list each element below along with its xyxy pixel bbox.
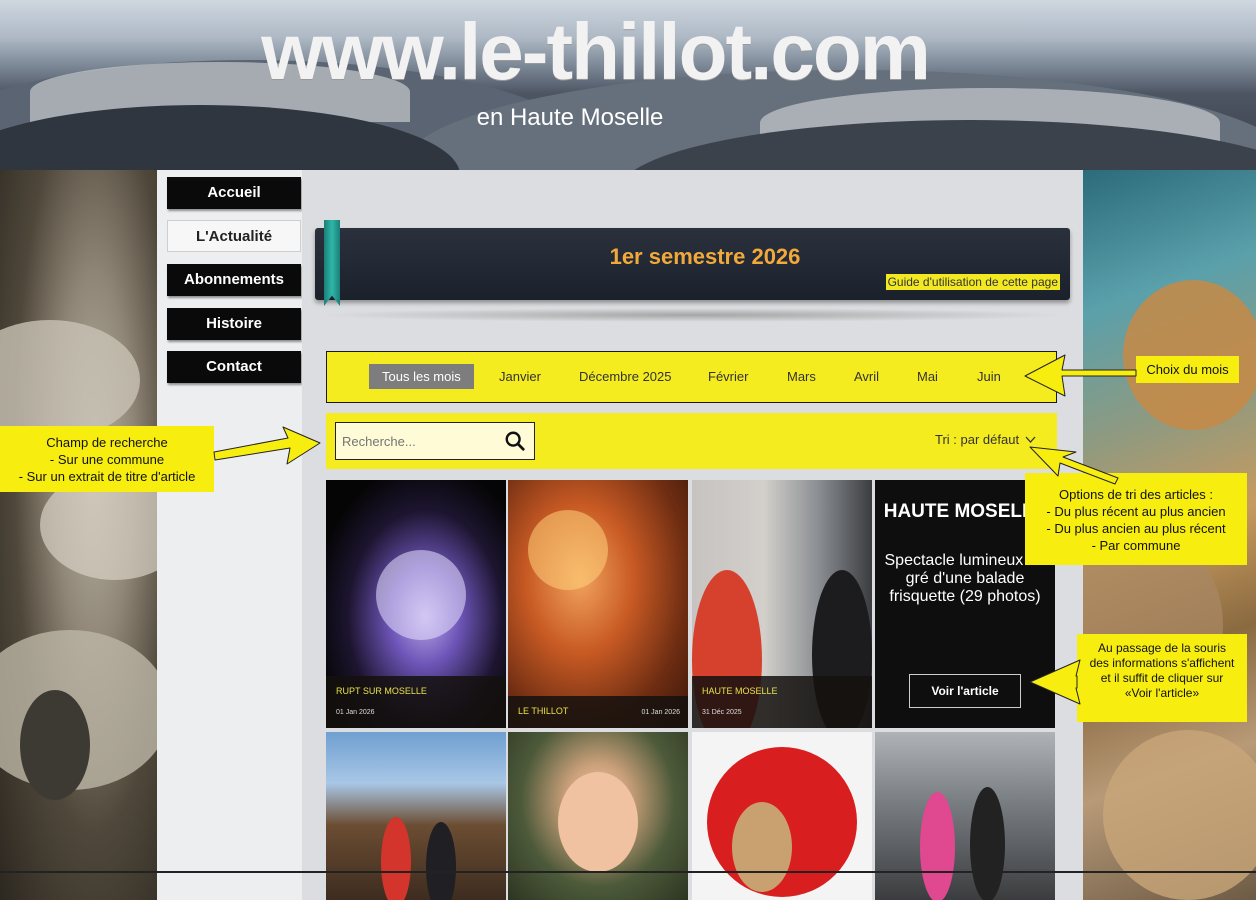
card-date: 31 Déc 2025 xyxy=(702,709,742,716)
card-commune: RUPT SUR MOSELLE xyxy=(336,686,427,696)
wood-shape xyxy=(1103,730,1256,900)
annotation-month-choice: Choix du mois xyxy=(1136,356,1239,383)
view-article-button[interactable]: Voir l'article xyxy=(909,674,1021,708)
annotation-hover-info: Au passage de la souris des informations… xyxy=(1077,634,1247,722)
card-caption xyxy=(692,676,872,728)
search-box xyxy=(335,422,535,460)
photo-light xyxy=(528,510,608,590)
annotation-line: - Sur un extrait de titre d'article xyxy=(18,469,196,484)
annotation-line: Champ de recherche xyxy=(46,435,168,450)
article-card[interactable]: LE THILLOT 01 Jan 2026 xyxy=(508,480,688,728)
semester-title: 1er semestre 2026 xyxy=(609,244,801,269)
nav-actualite-button[interactable]: L'Actualité xyxy=(167,220,301,252)
annotation-line: - Du plus récent au plus ancien xyxy=(1046,504,1226,519)
header-banner: www.le-thillot.com en Haute Moselle xyxy=(0,0,1256,170)
annotation-line: «Voir l'article» xyxy=(1124,686,1200,700)
dark-hole xyxy=(20,690,90,800)
month-tab-all[interactable]: Tous les mois xyxy=(369,364,474,389)
annotation-line: - Du plus ancien au plus récent xyxy=(1046,521,1226,536)
card-date: 01 Jan 2026 xyxy=(641,709,680,716)
card-commune: LE THILLOT xyxy=(518,706,569,716)
guide-link[interactable]: Guide d'utilisation de cette page xyxy=(885,274,1060,290)
semester-banner: 1er semestre 2026 Guide d'utilisation de… xyxy=(315,220,1070,306)
page-bottom-line xyxy=(0,871,1256,873)
sort-label: Tri : par défaut xyxy=(935,432,1020,447)
left-decor-photo xyxy=(0,170,157,900)
chevron-down-icon xyxy=(1025,436,1036,443)
nav-accueil-button[interactable]: Accueil xyxy=(167,177,301,209)
month-tab-mars[interactable]: Mars xyxy=(787,369,816,384)
left-navigation: Accueil L'Actualité Abonnements Histoire… xyxy=(157,170,302,900)
card-commune: HAUTE MOSELLE xyxy=(702,686,778,696)
site-subtitle: en Haute Moselle xyxy=(476,104,664,131)
annotation-line: des informations s'affichent xyxy=(1089,656,1235,670)
article-card[interactable] xyxy=(326,732,506,900)
card-date: 01 Jan 2026 xyxy=(336,709,375,716)
search-icon[interactable] xyxy=(504,430,526,452)
helmet-shape xyxy=(732,802,792,892)
sort-dropdown[interactable]: Tri : par défaut xyxy=(935,432,1036,447)
article-card[interactable]: RUPT SUR MOSELLE 01 Jan 2026 xyxy=(326,480,506,728)
month-tab-fevrier[interactable]: Février xyxy=(708,369,748,384)
article-card[interactable] xyxy=(692,732,872,900)
nav-histoire-button[interactable]: Histoire xyxy=(167,308,301,340)
annotation-line: et il suffit de cliquer sur xyxy=(1100,671,1224,685)
month-tab-avril[interactable]: Avril xyxy=(854,369,879,384)
annotation-sort-options: Options de tri des articles : - Du plus … xyxy=(1025,473,1247,565)
glitter-shape xyxy=(0,320,140,440)
person-shape xyxy=(970,787,1005,900)
annotation-line: - Sur une commune xyxy=(49,452,165,467)
article-card[interactable] xyxy=(508,732,688,900)
search-input[interactable] xyxy=(336,423,496,459)
card-caption xyxy=(326,676,506,728)
site-title: www.le-thillot.com xyxy=(261,7,931,96)
article-card[interactable] xyxy=(875,732,1055,900)
main-content: 1er semestre 2026 Guide d'utilisation de… xyxy=(302,170,1083,900)
nav-abonnements-button[interactable]: Abonnements xyxy=(167,264,301,296)
month-tab-janvier[interactable]: Janvier xyxy=(499,369,541,384)
annotation-line: - Par commune xyxy=(1091,538,1181,553)
annotation-search-field: Champ de recherche - Sur une commune - S… xyxy=(0,426,214,492)
search-sort-bar: Tri : par défaut xyxy=(326,413,1057,469)
annotation-line: Au passage de la souris xyxy=(1097,641,1227,655)
article-card[interactable]: HAUTE MOSELLE 31 Déc 2025 xyxy=(692,480,872,728)
face-shape xyxy=(558,772,638,872)
nav-contact-button[interactable]: Contact xyxy=(167,351,301,383)
month-filter-bar: Tous les mois Janvier Décembre 2025 Févr… xyxy=(326,351,1057,403)
month-tab-decembre-2025[interactable]: Décembre 2025 xyxy=(579,369,672,384)
annotation-line: Options de tri des articles : xyxy=(1059,487,1213,502)
person-shape xyxy=(920,792,955,900)
banner-shadow xyxy=(315,308,1070,322)
month-tab-juin[interactable]: Juin xyxy=(977,369,1001,384)
person-shape xyxy=(381,817,411,900)
person-shape xyxy=(426,822,456,900)
photo-light xyxy=(376,550,466,640)
wood-shape xyxy=(1123,280,1256,430)
month-tab-mai[interactable]: Mai xyxy=(917,369,938,384)
